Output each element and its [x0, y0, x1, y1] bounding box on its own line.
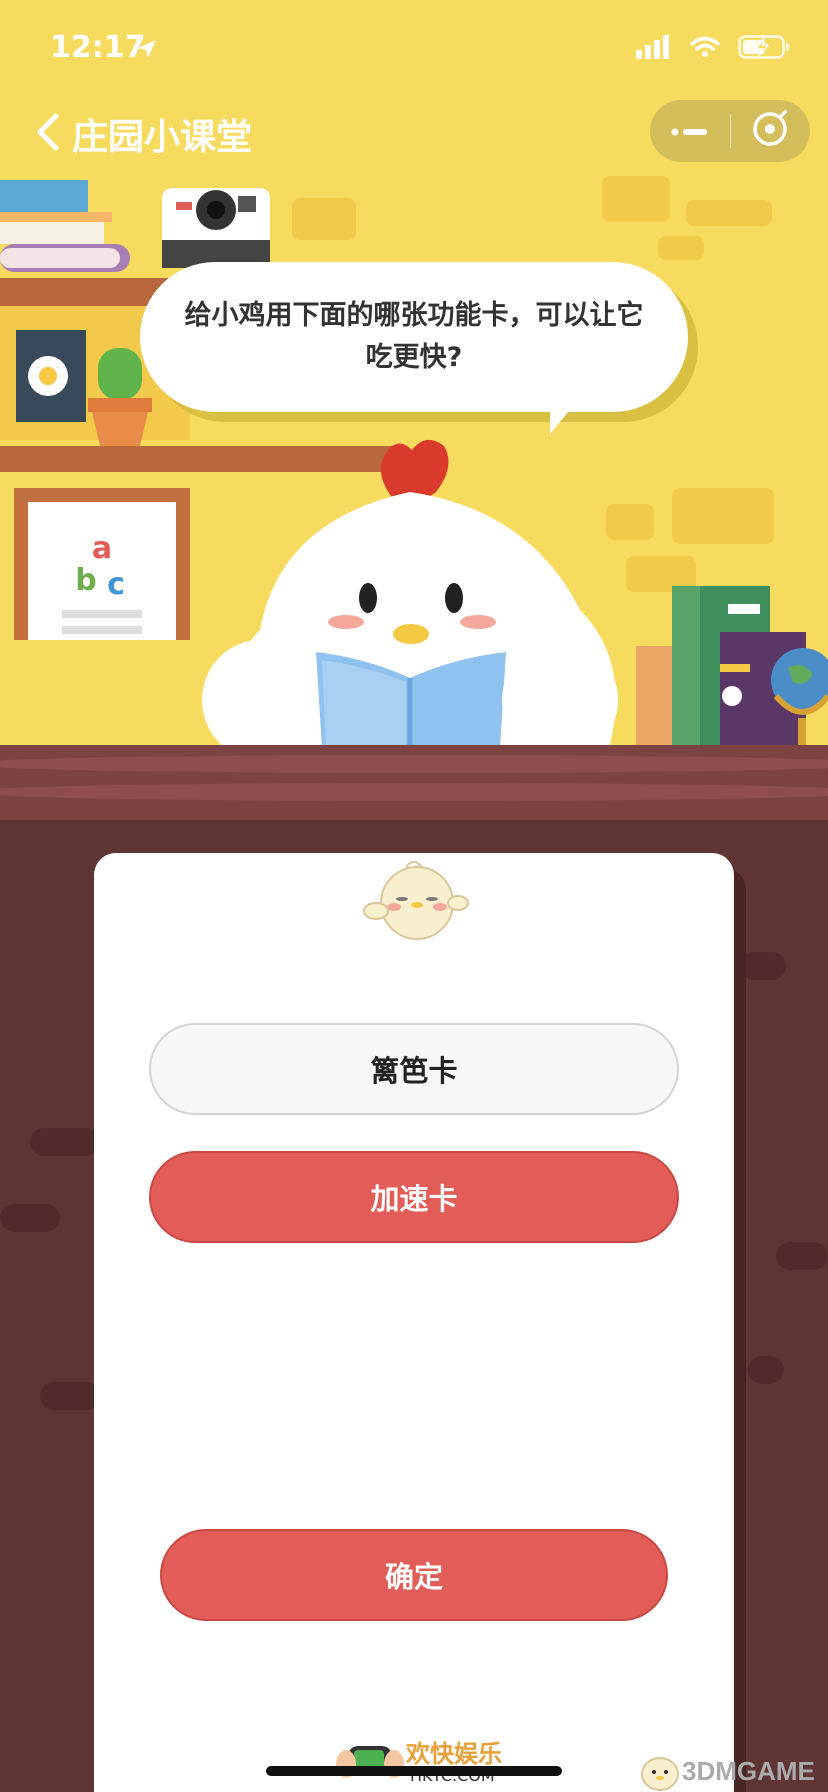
battery-charging-icon	[738, 34, 790, 64]
mini-program-nav: 庄园小课堂	[0, 100, 828, 164]
poster-letter-c: c	[107, 567, 125, 602]
table-wave	[0, 783, 828, 801]
wall-strip	[740, 952, 786, 980]
cellular-signal-icon	[636, 35, 672, 63]
capsule-menu	[650, 100, 810, 162]
page-title: 庄园小课堂	[72, 117, 253, 158]
wall-brick	[686, 200, 772, 226]
question-text: 给小鸡用下面的哪张功能卡，可以让它吃更快?	[184, 300, 644, 373]
close-button[interactable]	[731, 100, 811, 162]
table-top	[0, 745, 828, 820]
poster-letter-a: a	[92, 531, 112, 566]
more-button[interactable]	[650, 100, 730, 162]
close-circle-icon	[751, 110, 789, 152]
back-button[interactable]: 庄园小课堂	[36, 108, 252, 160]
wall-strip	[776, 1242, 828, 1270]
wall-strip	[30, 1128, 100, 1156]
game-controller-hands-icon	[336, 1746, 404, 1778]
scene-illustration: a b c 12:17 庄园小课堂 给小鸡用下面的哪张功能卡，可以让它吃更快?	[0, 0, 828, 745]
watermark-3dmgame: 3DMGAME	[638, 1750, 828, 1792]
wall-brick	[658, 236, 704, 260]
wall-brick	[672, 488, 774, 544]
chevron-left-icon	[36, 112, 60, 156]
question-bubble: 给小鸡用下面的哪张功能卡，可以让它吃更快?	[140, 262, 688, 412]
watermark-hkyc-cn: 欢快娱乐	[406, 1740, 502, 1768]
wifi-icon	[690, 36, 720, 62]
status-bar: 12:17	[0, 0, 828, 100]
option-fence-card[interactable]: 篱笆卡	[149, 1023, 679, 1115]
poster-letter-b: b	[75, 563, 96, 598]
table-wave	[0, 755, 828, 773]
watermark-hkyc: 欢快娱乐 HKYC.COM	[336, 1730, 516, 1790]
wall-strip	[748, 1356, 784, 1384]
answer-card: 篱笆卡 加速卡 确定	[94, 853, 734, 1792]
location-arrow-icon	[136, 38, 158, 64]
status-time: 12:17	[50, 30, 146, 65]
option-label: 加速卡	[370, 1182, 458, 1216]
watermark-3dmgame-text: 3DMGAME	[682, 1756, 815, 1786]
confirm-button[interactable]: 确定	[160, 1529, 668, 1621]
option-speed-card[interactable]: 加速卡	[149, 1151, 679, 1243]
bubble-tail	[550, 400, 578, 434]
wall-brick	[602, 176, 670, 222]
chick-logo-icon	[641, 1757, 679, 1791]
option-label: 篱笆卡	[370, 1054, 458, 1088]
home-indicator	[266, 1766, 562, 1776]
chicken-mascot-illustration	[202, 439, 618, 745]
chick-mascot-icon	[363, 861, 469, 940]
wall-strip	[40, 1382, 100, 1410]
wall-strip	[0, 1204, 60, 1232]
confirm-label: 确定	[384, 1560, 443, 1594]
status-icons	[636, 34, 790, 64]
books-globe-illustration	[636, 586, 828, 745]
more-dots-icon	[670, 122, 710, 141]
